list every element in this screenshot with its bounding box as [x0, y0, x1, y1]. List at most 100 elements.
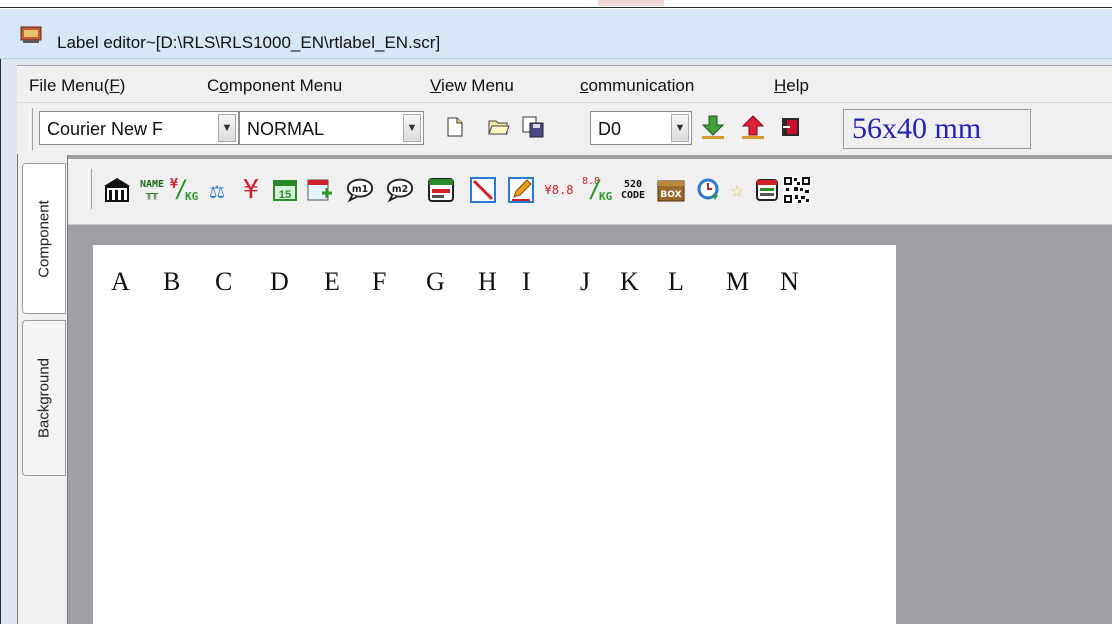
- menu-view-key: V: [430, 76, 442, 95]
- barcode-button[interactable]: 520 CODE: [618, 175, 648, 205]
- menu-view[interactable]: View Menu: [430, 76, 514, 96]
- upload-button[interactable]: [740, 114, 766, 140]
- calendar-day: 15: [279, 189, 291, 201]
- canvas-letter-l[interactable]: L: [668, 267, 684, 297]
- menu-help-key: H: [774, 76, 787, 95]
- total-price-label: ¥8.8: [544, 183, 574, 197]
- box-button[interactable]: BOX: [656, 175, 686, 205]
- line-button[interactable]: [468, 175, 498, 205]
- top-strip: [0, 0, 1112, 8]
- menu-component-key: o: [219, 76, 229, 95]
- qr-code-icon: [783, 176, 811, 204]
- menu-file-prefix: File Menu(: [29, 76, 110, 95]
- date-button[interactable]: 15: [270, 175, 300, 205]
- menu-file-key: F: [109, 76, 120, 95]
- message-2-label: m2: [392, 184, 408, 195]
- speech-bubble-icon: m1: [346, 178, 374, 203]
- qr-code-button[interactable]: [782, 175, 812, 205]
- name-field-button[interactable]: NAME ╥╥: [137, 175, 167, 205]
- edit-pencil-icon: [508, 177, 534, 203]
- canvas-letter-g[interactable]: G: [426, 267, 445, 297]
- component-toolbar-grip[interactable]: [88, 169, 92, 209]
- canvas-letter-d[interactable]: D: [270, 267, 289, 297]
- style-select[interactable]: NORMAL ▼: [239, 111, 424, 145]
- table-field-button[interactable]: [752, 175, 782, 205]
- label-size-display: 56x40 mm: [843, 109, 1031, 149]
- table-card-icon: [756, 179, 778, 201]
- font-select-value: Courier New F: [47, 119, 164, 139]
- diagonal-line-icon: [470, 177, 496, 203]
- canvas-letter-m[interactable]: M: [726, 267, 749, 297]
- canvas-letter-n[interactable]: N: [780, 267, 799, 297]
- yen-per-kg-icon: ¥ / KG: [168, 175, 198, 205]
- new-file-button[interactable]: [442, 114, 468, 140]
- menu-view-suffix: iew Menu: [441, 76, 514, 95]
- chevron-down-icon[interactable]: ▼: [671, 114, 689, 142]
- menu-help[interactable]: Help: [774, 76, 809, 96]
- code-top-text: 520: [623, 179, 643, 190]
- canvas-letter-e[interactable]: E: [324, 267, 340, 297]
- shop-icon: [104, 178, 130, 202]
- box-icon: BOX: [657, 180, 685, 202]
- menu-component[interactable]: Component Menu: [207, 76, 342, 96]
- tab-background[interactable]: Background: [22, 320, 66, 476]
- code-bottom-text: CODE: [620, 190, 646, 201]
- price-button[interactable]: ¥: [236, 175, 266, 205]
- message-1-button[interactable]: m1: [345, 175, 375, 205]
- download-button[interactable]: [700, 114, 726, 140]
- label-size-text: 56x40 mm: [852, 112, 982, 145]
- save-as-button[interactable]: [520, 114, 546, 140]
- clock-icon: [697, 178, 719, 200]
- menu-communication-key: c: [580, 76, 589, 95]
- kg-price-button[interactable]: 8.8 / KG: [582, 175, 612, 205]
- tab-component[interactable]: Component: [22, 163, 66, 314]
- font-select[interactable]: Courier New F ▼: [39, 111, 239, 145]
- canvas-letter-b[interactable]: B: [163, 267, 180, 297]
- open-file-button[interactable]: [486, 114, 512, 140]
- message-2-button[interactable]: m2: [385, 175, 415, 205]
- speech-bubble-icon: m2: [386, 178, 414, 203]
- save-copy-icon: [522, 116, 544, 138]
- star-icon: ☆: [730, 177, 744, 203]
- canvas-letter-a[interactable]: A: [111, 267, 130, 297]
- menu-communication-suffix: ommunication: [588, 76, 695, 95]
- message-1-label: m1: [352, 184, 368, 195]
- balance-scale-icon: ⚖: [209, 176, 225, 204]
- tab-background-label: Background: [35, 357, 53, 439]
- yen-icon: ¥: [243, 175, 259, 205]
- canvas-letter-f[interactable]: F: [372, 267, 386, 297]
- label-field-button[interactable]: [426, 175, 456, 205]
- canvas-letter-c[interactable]: C: [215, 267, 232, 297]
- favorite-button[interactable]: ☆: [722, 175, 752, 205]
- unit-price-button[interactable]: ¥ / KG: [168, 175, 198, 205]
- canvas-letter-i[interactable]: I: [522, 267, 531, 297]
- expiry-date-button[interactable]: [305, 175, 335, 205]
- chevron-down-icon[interactable]: ▼: [403, 114, 421, 142]
- chevron-down-icon[interactable]: ▼: [218, 114, 236, 142]
- menu-bar: File Menu(F) Component Menu View Menu co…: [17, 66, 1112, 102]
- shop-button[interactable]: [102, 175, 132, 205]
- price-per-kg-icon: 8.8 / KG: [582, 175, 612, 205]
- canvas-letter-k[interactable]: K: [620, 267, 639, 297]
- menu-component-prefix: C: [207, 76, 220, 95]
- device-select[interactable]: D0 ▼: [590, 111, 692, 145]
- exit-button[interactable]: [778, 114, 804, 140]
- name-icon-base: ╥╥: [145, 189, 159, 200]
- menu-component-suffix: mponent Menu: [228, 76, 343, 95]
- edit-text-button[interactable]: [506, 175, 536, 205]
- app-icon: [20, 26, 42, 43]
- calendar-icon: 15: [273, 180, 297, 201]
- scale-button[interactable]: ⚖: [202, 175, 232, 205]
- folder-open-icon: [488, 120, 510, 135]
- total-price-button[interactable]: ¥8.8: [544, 175, 574, 205]
- top-strip-mark: [598, 0, 664, 6]
- menu-communication[interactable]: communication: [580, 76, 694, 96]
- canvas-letter-j[interactable]: J: [580, 267, 590, 297]
- kg-text: KG: [185, 190, 199, 203]
- time-button[interactable]: [694, 175, 724, 205]
- download-arrow-icon: [701, 115, 725, 139]
- canvas-letter-h[interactable]: H: [478, 267, 497, 297]
- toolbar-grip[interactable]: [29, 108, 33, 150]
- menu-file[interactable]: File Menu(F): [29, 76, 125, 96]
- label-canvas[interactable]: A B C D E F G HI JKL M N: [93, 245, 896, 624]
